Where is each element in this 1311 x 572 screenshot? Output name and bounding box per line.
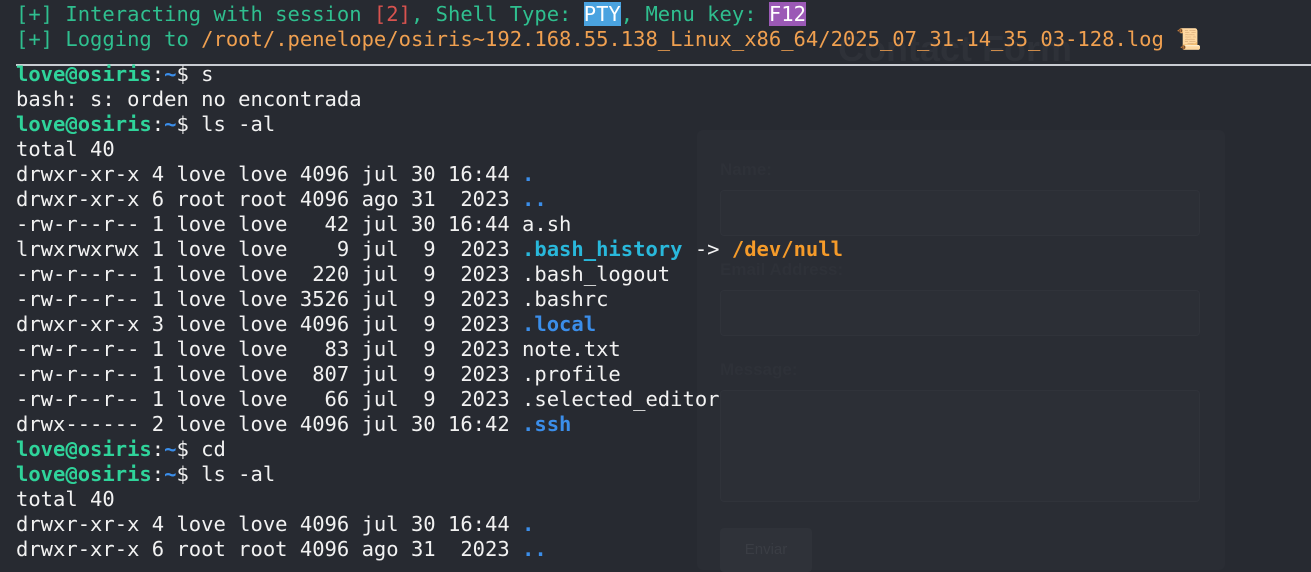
listing-perms: -rw-r--r-- 1 love love 220 jul 9 2023 bbox=[16, 262, 523, 286]
log-path: /root/.penelope/osiris~192.168.55.138_Li… bbox=[201, 27, 1164, 51]
listing-perms: -rw-r--r-- 1 love love 3526 jul 9 2023 bbox=[16, 287, 523, 311]
symlink-arrow: -> bbox=[682, 237, 732, 261]
listing-row: -rw-r--r-- 1 love love 3526 jul 9 2023 .… bbox=[16, 287, 1311, 312]
listing-row: lrwxrwxrwx 1 love love 9 jul 9 2023 .bas… bbox=[16, 237, 1311, 262]
listing-row: drwxr-xr-x 4 love love 4096 jul 30 16:44… bbox=[16, 162, 1311, 187]
listing-perms: drwxr-xr-x 4 love love 4096 jul 30 16:44 bbox=[16, 512, 523, 536]
listing-filename: a.sh bbox=[522, 212, 572, 236]
prompt-line: love@osiris:~$ cd bbox=[16, 437, 226, 461]
total-line: total 40 bbox=[16, 487, 115, 511]
listing-row: drwxr-xr-x 6 root root 4096 ago 31 2023 … bbox=[16, 537, 1311, 562]
listing-perms: drwx------ 2 love love 4096 jul 30 16:42 bbox=[16, 412, 523, 436]
listing-perms: -rw-r--r-- 1 love love 66 jul 9 2023 bbox=[16, 387, 523, 411]
shell-type-badge: PTY bbox=[583, 2, 621, 26]
error-line: bash: s: orden no encontrada bbox=[16, 87, 362, 111]
listing-row: drwxr-xr-x 3 love love 4096 jul 9 2023 .… bbox=[16, 312, 1311, 337]
listing-row: drwx------ 2 love love 4096 jul 30 16:42… bbox=[16, 412, 1311, 437]
listing-filename: note.txt bbox=[522, 337, 621, 361]
listing-perms: -rw-r--r-- 1 love love 42 jul 30 16:44 bbox=[16, 212, 523, 236]
symlink-target: /dev/null bbox=[731, 237, 843, 261]
listing-filename: .profile bbox=[522, 362, 621, 386]
listing-filename: .. bbox=[522, 537, 547, 561]
listing-filename: . bbox=[522, 512, 535, 536]
session-id: [2] bbox=[373, 2, 411, 26]
listing-filename: .local bbox=[522, 312, 597, 336]
command-text: ls -al bbox=[201, 112, 276, 136]
listing-row: drwxr-xr-x 6 root root 4096 ago 31 2023 … bbox=[16, 187, 1311, 212]
listing-filename: .ssh bbox=[522, 412, 572, 436]
listing-filename: .bash_logout bbox=[522, 262, 671, 286]
listing-perms: -rw-r--r-- 1 love love 83 jul 9 2023 bbox=[16, 337, 523, 361]
listing-filename: .. bbox=[522, 187, 547, 211]
prompt-line: love@osiris:~$ s bbox=[16, 62, 214, 86]
prompt-line: love@osiris:~$ ls -al bbox=[16, 462, 276, 486]
logging-info-line: [+] Logging to /root/.penelope/osiris~19… bbox=[16, 27, 1202, 51]
listing-row: -rw-r--r-- 1 love love 807 jul 9 2023 .p… bbox=[16, 362, 1311, 387]
prompt-line: love@osiris:~$ ls -al bbox=[16, 112, 276, 136]
listing-perms: drwxr-xr-x 6 root root 4096 ago 31 2023 bbox=[16, 537, 523, 561]
command-text: cd bbox=[201, 437, 226, 461]
listing-filename: . bbox=[522, 162, 535, 186]
total-line: total 40 bbox=[16, 137, 115, 161]
listing-row: drwxr-xr-x 4 love love 4096 jul 30 16:44… bbox=[16, 512, 1311, 537]
listing-perms: lrwxrwxrwx 1 love love 9 jul 9 2023 bbox=[16, 237, 523, 261]
listing-row: -rw-r--r-- 1 love love 83 jul 9 2023 not… bbox=[16, 337, 1311, 362]
listing-row: -rw-r--r-- 1 love love 42 jul 30 16:44 a… bbox=[16, 212, 1311, 237]
listing-perms: -rw-r--r-- 1 love love 807 jul 9 2023 bbox=[16, 362, 523, 386]
command-text: s bbox=[201, 62, 214, 86]
listing-filename: .bashrc bbox=[522, 287, 609, 311]
listing-filename: .selected_editor bbox=[522, 387, 720, 411]
terminal-output[interactable]: [+] Interacting with session [2], Shell … bbox=[16, 2, 1311, 562]
listing-row: -rw-r--r-- 1 love love 220 jul 9 2023 .b… bbox=[16, 262, 1311, 287]
scroll-icon: 📜 bbox=[1176, 27, 1202, 51]
listing-row: -rw-r--r-- 1 love love 66 jul 9 2023 .se… bbox=[16, 387, 1311, 412]
menu-key-badge: F12 bbox=[768, 2, 806, 26]
listing-perms: drwxr-xr-x 6 root root 4096 ago 31 2023 bbox=[16, 187, 523, 211]
session-info-line: [+] Interacting with session [2], Shell … bbox=[16, 2, 806, 26]
command-text: ls -al bbox=[201, 462, 276, 486]
listing-perms: drwxr-xr-x 4 love love 4096 jul 30 16:44 bbox=[16, 162, 523, 186]
listing-perms: drwxr-xr-x 3 love love 4096 jul 9 2023 bbox=[16, 312, 523, 336]
listing-filename: .bash_history bbox=[522, 237, 683, 261]
